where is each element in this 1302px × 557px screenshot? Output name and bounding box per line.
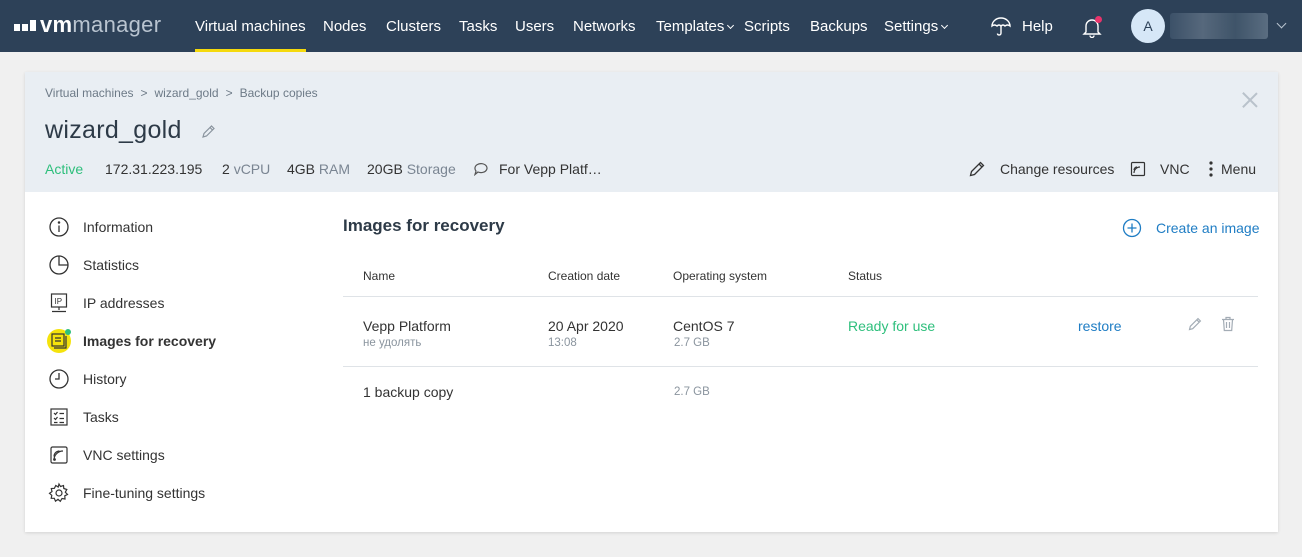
vnc-icon — [47, 443, 71, 467]
change-resources-button[interactable]: Change resources — [968, 158, 1114, 180]
help-label: Help — [1022, 17, 1053, 35]
image-stack-icon — [47, 329, 71, 353]
sidebar-item-history[interactable]: History — [47, 367, 127, 391]
total-size-summary: 2.7 GB — [674, 386, 710, 398]
chevron-down-icon — [727, 21, 735, 30]
pencil-icon — [969, 161, 985, 177]
notification-dot — [1095, 16, 1102, 23]
breadcrumb-vm[interactable]: wizard_gold — [155, 86, 219, 100]
indicator-dot — [65, 329, 71, 335]
table-divider — [343, 296, 1258, 297]
trash-icon[interactable] — [1221, 316, 1235, 332]
menu-button[interactable]: Menu — [1209, 158, 1256, 180]
sidebar-item-fine-tuning-settings[interactable]: Fine-tuning settings — [47, 481, 205, 505]
vnc-screen-icon — [1130, 161, 1146, 177]
help-button[interactable]: Help — [990, 0, 1053, 52]
logo-text-manager: manager — [72, 12, 162, 37]
nav-settings[interactable]: Settings — [884, 0, 949, 52]
sidebar-item-vnc-settings[interactable]: VNC settings — [47, 443, 165, 467]
vm-ip-address: 172.31.223.195 — [105, 161, 203, 177]
gear-icon — [47, 481, 71, 505]
vm-storage: 20GB Storage — [367, 161, 456, 177]
image-name: Vepp Platform — [363, 318, 451, 334]
section-title: Images for recovery — [343, 216, 505, 235]
breadcrumb-virtual-machines[interactable]: Virtual machines — [45, 86, 134, 100]
umbrella-icon — [991, 17, 1011, 36]
kebab-menu-icon — [1209, 161, 1213, 177]
breadcrumb-backup-copies: Backup copies — [239, 86, 318, 100]
operating-system: CentOS 7 — [673, 318, 735, 334]
checklist-icon — [47, 405, 71, 429]
column-header-operating-system[interactable]: Operating system — [673, 269, 767, 283]
nav-tasks[interactable]: Tasks — [459, 0, 497, 52]
avatar[interactable]: A — [1131, 9, 1165, 43]
notifications-bell-icon[interactable] — [1082, 16, 1102, 39]
breadcrumb: Virtual machines > wizard_gold > Backup copi… — [45, 86, 318, 100]
image-size: 2.7 GB — [674, 337, 710, 349]
sidebar-item-information[interactable]: Information — [47, 215, 153, 239]
restore-link[interactable]: restore — [1078, 318, 1122, 334]
vm-comment[interactable]: For Vepp Platf… — [473, 161, 602, 177]
pie-chart-icon — [47, 253, 71, 277]
comment-bubble-icon — [473, 163, 488, 176]
logo-text-vm: vm — [40, 12, 73, 37]
nav-users[interactable]: Users — [515, 0, 554, 52]
info-icon — [47, 215, 71, 239]
sidebar-item-statistics[interactable]: Statistics — [47, 253, 139, 277]
vnc-button[interactable]: VNC — [1130, 158, 1190, 180]
nav-templates[interactable]: Templates — [656, 0, 735, 52]
vm-details-panel: Virtual machines > wizard_gold > Backup copi… — [25, 72, 1278, 532]
user-menu-chevron-icon[interactable] — [1276, 18, 1287, 29]
column-header-creation-date[interactable]: Creation date — [548, 269, 620, 283]
nav-scripts[interactable]: Scripts — [744, 0, 790, 52]
close-icon[interactable] — [1242, 92, 1258, 108]
create-image-button[interactable]: Create an image — [1122, 218, 1260, 238]
column-header-status[interactable]: Status — [848, 269, 882, 283]
nav-backups[interactable]: Backups — [810, 0, 868, 52]
vm-header: Virtual machines > wizard_gold > Backup copi… — [25, 72, 1278, 192]
status-badge: Active — [45, 161, 84, 177]
edit-pencil-icon[interactable] — [1187, 316, 1203, 332]
vmmanager-logo[interactable]: vmmanager — [14, 13, 161, 37]
sidebar-item-tasks[interactable]: Tasks — [47, 405, 119, 429]
image-status: Ready for use — [848, 318, 936, 334]
username-redacted[interactable] — [1170, 13, 1268, 39]
table-divider — [343, 366, 1258, 367]
ip-icon: IP — [47, 291, 71, 315]
svg-text:IP: IP — [55, 297, 63, 306]
logo-mark-icon — [14, 19, 36, 31]
nav-clusters[interactable]: Clusters — [386, 0, 441, 52]
creation-time: 13:08 — [548, 337, 577, 349]
vm-cpu: 2 vCPU — [222, 161, 271, 177]
sidebar-item-ip-addresses[interactable]: IP IP addresses — [47, 291, 164, 315]
column-header-name[interactable]: Name — [363, 269, 395, 283]
nav-nodes[interactable]: Nodes — [323, 0, 366, 52]
page-title: wizard_gold — [45, 116, 182, 144]
sidebar-item-images-for-recovery[interactable]: Images for recovery — [47, 329, 216, 353]
nav-virtual-machines[interactable]: Virtual machines — [195, 0, 306, 52]
edit-name-pencil-icon[interactable] — [200, 124, 216, 140]
backup-count-summary: 1 backup copy — [363, 384, 454, 400]
clock-icon — [47, 367, 71, 391]
plus-circle-icon — [1122, 218, 1142, 238]
top-navigation-bar: vmmanager Virtual machines Nodes Cluster… — [0, 0, 1302, 52]
nav-networks[interactable]: Networks — [573, 0, 636, 52]
creation-date: 20 Apr 2020 — [548, 318, 624, 334]
vm-ram: 4GB RAM — [287, 161, 351, 177]
chevron-down-icon — [941, 21, 949, 30]
image-note: не удолять — [363, 337, 422, 349]
